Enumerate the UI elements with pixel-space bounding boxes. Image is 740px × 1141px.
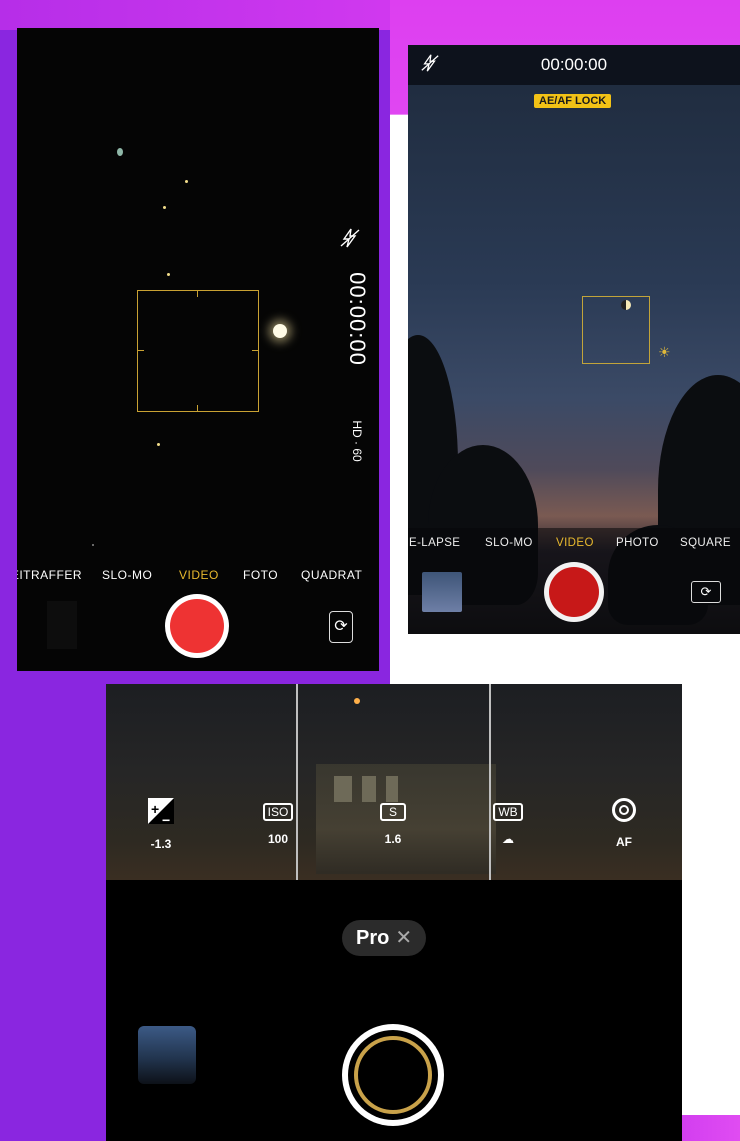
divider-line (489, 684, 491, 880)
shutter-button[interactable] (342, 1024, 444, 1126)
pro-camera-screen: + − -1.3 ISO 100 S 1.6 WB ☁ AF Pro ✕ (106, 684, 682, 1141)
record-button[interactable] (165, 594, 229, 658)
focus-control[interactable]: AF (594, 798, 654, 849)
white-balance-control[interactable]: WB ☁ (478, 798, 538, 846)
white-balance-value: ☁ (502, 832, 514, 846)
iso-icon: ISO (262, 803, 294, 821)
background-bottom-right (680, 1115, 740, 1141)
camera-switch-icon[interactable]: ⟳ (691, 581, 721, 603)
moon (621, 300, 631, 310)
pro-mode-label: Pro (356, 927, 390, 949)
light-point (117, 148, 123, 156)
focus-box[interactable] (137, 290, 259, 412)
mode-selector: TIME-LAPSE SLO-MO VIDEO PHOTO SQUARE (408, 537, 740, 555)
record-button[interactable] (544, 562, 604, 622)
camera-screen-german: 00:00:00 HD · 60 ZEITRAFFER SLO-MO VIDEO… (17, 28, 379, 671)
exposure-sun-icon[interactable]: ☀ (658, 344, 671, 361)
shutter-speed-value: 1.6 (384, 832, 402, 846)
pro-mode-pill[interactable]: Pro ✕ (342, 920, 427, 956)
light-point (163, 206, 166, 209)
close-icon[interactable]: ✕ (395, 927, 412, 949)
recording-timer: 00:00:00 (540, 55, 608, 74)
camera-screen-english: 00:00:00 AE/AF LOCK ☀ TIME-LAPSE SLO-MO … (408, 45, 740, 634)
white-balance-icon: WB (493, 803, 523, 821)
mode-square[interactable]: QUADRAT (301, 568, 362, 582)
camera-switch-icon[interactable]: ⟳ (329, 611, 353, 643)
shutter-speed-control[interactable]: S 1.6 (363, 798, 423, 846)
top-bar: 00:00:00 (408, 45, 740, 85)
focus-value: AF (616, 835, 632, 849)
moon (273, 324, 287, 338)
autofocus-icon (612, 798, 636, 822)
iso-control[interactable]: ISO 100 (248, 798, 308, 846)
ae-af-lock-badge: AE/AF LOCK (534, 94, 612, 108)
divider-line (296, 684, 298, 880)
shutter-speed-icon: S (379, 803, 406, 821)
exposure-icon: + − (148, 798, 174, 828)
mode-slowmo[interactable]: SLO-MO (485, 537, 533, 549)
light-point (157, 443, 160, 446)
light-point (354, 698, 360, 704)
mode-video[interactable]: VIDEO (556, 537, 594, 549)
mode-slowmo[interactable]: SLO-MO (102, 568, 152, 582)
video-format-label[interactable]: HD · 60 (350, 411, 364, 471)
mode-photo[interactable]: PHOTO (616, 537, 659, 549)
mode-selector: ZEITRAFFER SLO-MO VIDEO FOTO QUADRAT (17, 568, 379, 588)
recording-timer: 00:00:00 (345, 272, 370, 366)
mode-photo[interactable]: FOTO (243, 568, 278, 582)
mode-square[interactable]: SQUARE (680, 537, 731, 549)
flash-off-icon[interactable] (339, 228, 361, 253)
iso-value: 100 (267, 832, 289, 846)
focus-box[interactable] (582, 296, 650, 364)
light-point (167, 273, 170, 276)
gallery-thumbnail[interactable] (138, 1026, 196, 1084)
ev-control[interactable]: + − -1.3 (131, 798, 191, 851)
mode-timelapse[interactable]: TIME-LAPSE (408, 537, 460, 549)
gallery-thumbnail[interactable] (422, 572, 462, 612)
gallery-thumbnail[interactable] (47, 601, 77, 649)
light-point (92, 544, 94, 546)
window (334, 776, 352, 802)
mode-timelapse[interactable]: ZEITRAFFER (17, 568, 82, 582)
viewfinder (106, 684, 682, 880)
ev-value: -1.3 (150, 837, 172, 851)
light-point (185, 180, 188, 183)
mode-video[interactable]: VIDEO (179, 568, 219, 582)
